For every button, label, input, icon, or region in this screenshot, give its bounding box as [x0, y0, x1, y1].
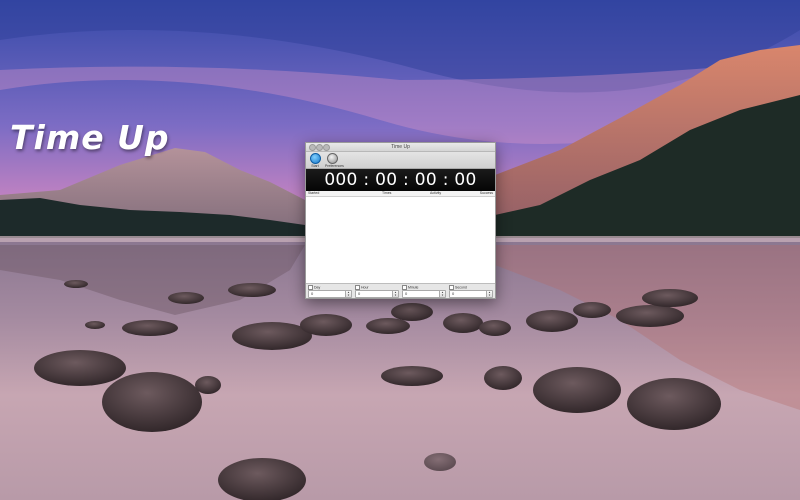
stepper-arrows-icon[interactable]: ▴ ▾	[439, 291, 445, 298]
second-field: Second 0 ▴ ▾	[449, 285, 493, 298]
stepper-arrows-icon[interactable]: ▴ ▾	[392, 291, 398, 298]
minute-value[interactable]: 0	[405, 291, 407, 297]
time-up-window: Time Up Start Preferences 000 : 00 : 00 …	[305, 142, 496, 299]
stepper-arrows-icon[interactable]: ▴ ▾	[486, 291, 492, 298]
day-label: Day	[314, 285, 321, 290]
second-value[interactable]: 0	[452, 291, 454, 297]
hour-field: Hour 0 ▴ ▾	[355, 285, 399, 298]
second-stepper[interactable]: 0 ▴ ▾	[449, 290, 493, 298]
day-value[interactable]: 0	[311, 291, 313, 297]
second-checkbox[interactable]	[449, 285, 454, 290]
hour-stepper[interactable]: 0 ▴ ▾	[355, 290, 399, 298]
hour-label: Hour	[361, 285, 369, 290]
hour-value[interactable]: 0	[358, 291, 360, 297]
gear-icon	[326, 153, 338, 164]
minute-checkbox[interactable]	[402, 285, 407, 290]
column-success[interactable]: Success	[480, 191, 493, 196]
column-activity[interactable]: Activity	[430, 191, 441, 196]
day-field: Day 0 ▴ ▾	[308, 285, 352, 298]
minute-label: Minute	[408, 285, 419, 290]
toolbar: Start Preferences	[306, 152, 495, 169]
window-title: Time Up	[391, 144, 410, 150]
column-times[interactable]: Times	[382, 191, 391, 196]
second-label: Second	[455, 285, 467, 290]
activity-list[interactable]	[306, 197, 495, 284]
title-bar[interactable]: Time Up	[306, 143, 495, 152]
minute-stepper[interactable]: 0 ▴ ▾	[402, 290, 446, 298]
start-button[interactable]: Start	[308, 153, 322, 169]
day-checkbox[interactable]	[308, 285, 313, 290]
preferences-button[interactable]: Preferences	[325, 153, 344, 169]
hour-checkbox[interactable]	[355, 285, 360, 290]
list-header: Started Times Activity Success	[306, 191, 495, 197]
promo-title: Time Up	[10, 118, 170, 157]
timer-display: 000 : 00 : 00 : 00	[306, 169, 495, 191]
preferences-label: Preferences	[325, 164, 344, 168]
start-label: Start	[311, 164, 319, 168]
day-stepper[interactable]: 0 ▴ ▾	[308, 290, 352, 298]
play-icon	[309, 153, 321, 164]
stepper-arrows-icon[interactable]: ▴ ▾	[345, 291, 351, 298]
minute-field: Minute 0 ▴ ▾	[402, 285, 446, 298]
column-started[interactable]: Started	[308, 191, 319, 196]
duration-fields: Day 0 ▴ ▾ Hour 0 ▴ ▾ Minute 0 ▴ ▾ Second 0	[306, 284, 495, 298]
